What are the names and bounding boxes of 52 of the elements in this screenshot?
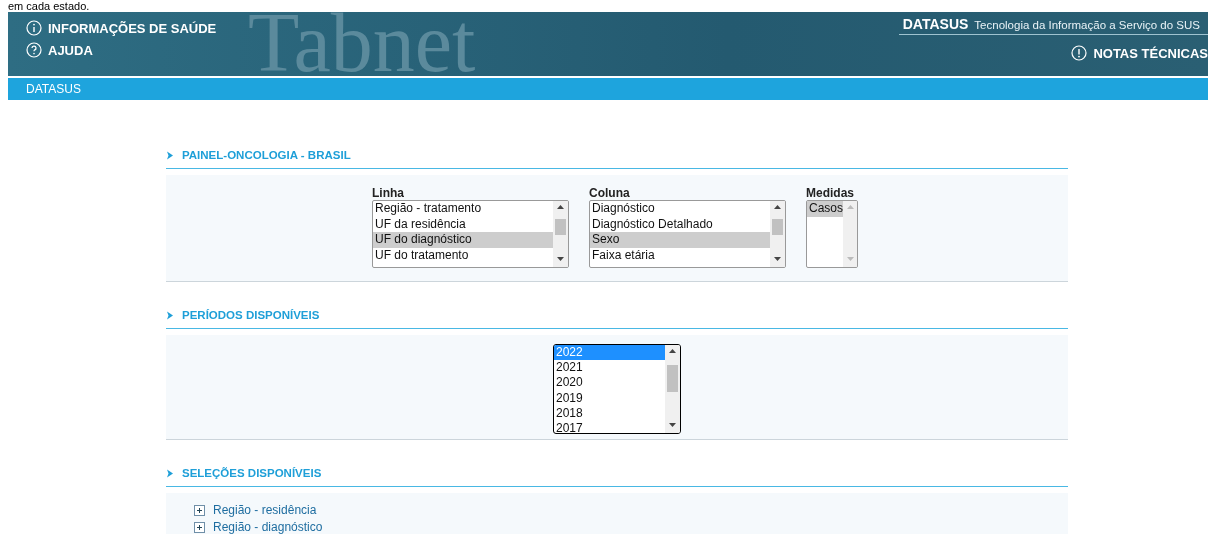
tagline: Tecnologia da Informação a Serviço do SUS <box>974 19 1200 31</box>
list-box[interactable]: Diagnóstico Diagnóstico Detalhado Sexo Faixa etária <box>589 200 786 268</box>
list-option[interactable]: Sexo <box>590 232 770 248</box>
header-link[interactable]: AJUDA <box>26 42 217 58</box>
field-label: Medidas <box>806 187 855 200</box>
field-label: Coluna <box>589 187 631 200</box>
exclamation-icon <box>1071 45 1088 61</box>
list-option[interactable]: 2020 <box>554 375 665 391</box>
scroll-down-icon[interactable] <box>557 257 564 261</box>
expand-icon[interactable] <box>194 521 205 533</box>
tree-item[interactable]: Região - residência <box>213 503 317 517</box>
scrollbar[interactable] <box>665 345 680 433</box>
scroll-thumb[interactable] <box>772 219 783 235</box>
section-title: SELEÇÕES DISPONÍVEIS <box>182 467 322 479</box>
scroll-up-icon[interactable] <box>774 205 781 209</box>
list-option[interactable]: 2021 <box>554 360 665 376</box>
list-option[interactable]: Casos <box>807 201 843 217</box>
scroll-up-icon[interactable] <box>669 349 676 353</box>
scroll-down-icon[interactable] <box>774 257 781 261</box>
field-label: Linha <box>372 187 405 200</box>
caption-text: em cada estado. <box>7 0 91 12</box>
help-icon <box>26 42 42 58</box>
chevron-icon <box>166 468 174 478</box>
header-link[interactable]: INFORMAÇÕES DE SAÚDE <box>26 20 217 36</box>
list-box[interactable]: Casos <box>806 200 858 268</box>
list-option[interactable]: Região - tratamento <box>373 201 553 217</box>
chevron-icon <box>166 150 174 160</box>
list-option[interactable]: 2017 <box>554 420 665 433</box>
list-option[interactable]: Diagnóstico Detalhado <box>590 216 770 232</box>
scroll-thumb[interactable] <box>555 219 566 235</box>
info-icon <box>26 20 42 36</box>
list-box[interactable]: 2022 2021 2020 2019 2018 2017 <box>553 344 681 434</box>
brand-name: DATASUS <box>902 16 969 32</box>
section-title: PERÍODOS DISPONÍVEIS <box>182 309 320 321</box>
list-option[interactable]: UF da residência <box>373 216 553 232</box>
chevron-icon <box>166 310 174 320</box>
list-option[interactable]: Diagnóstico <box>590 201 770 217</box>
scroll-thumb[interactable] <box>667 365 678 392</box>
list-option[interactable]: 2019 <box>554 390 665 406</box>
scrollbar[interactable] <box>553 201 568 267</box>
tree-item[interactable]: Região - diagnóstico <box>213 520 323 534</box>
header-link[interactable]: NOTAS TÉCNICAS <box>1071 45 1208 61</box>
list-option[interactable]: 2018 <box>554 405 665 421</box>
scroll-up-icon[interactable] <box>557 205 564 209</box>
list-option[interactable]: UF do tratamento <box>373 247 553 263</box>
scrollbar[interactable] <box>770 201 785 267</box>
scroll-down-icon[interactable] <box>669 423 676 427</box>
list-option[interactable]: UF do diagnóstico <box>373 232 553 248</box>
expand-icon[interactable] <box>194 504 205 516</box>
list-box[interactable]: Região - tratamento UF da residência UF do diagnóstico UF do tratamento <box>372 200 569 268</box>
list-option[interactable]: Faixa etária <box>590 247 770 263</box>
section-title: PAINEL-ONCOLOGIA - BRASIL <box>182 149 351 161</box>
